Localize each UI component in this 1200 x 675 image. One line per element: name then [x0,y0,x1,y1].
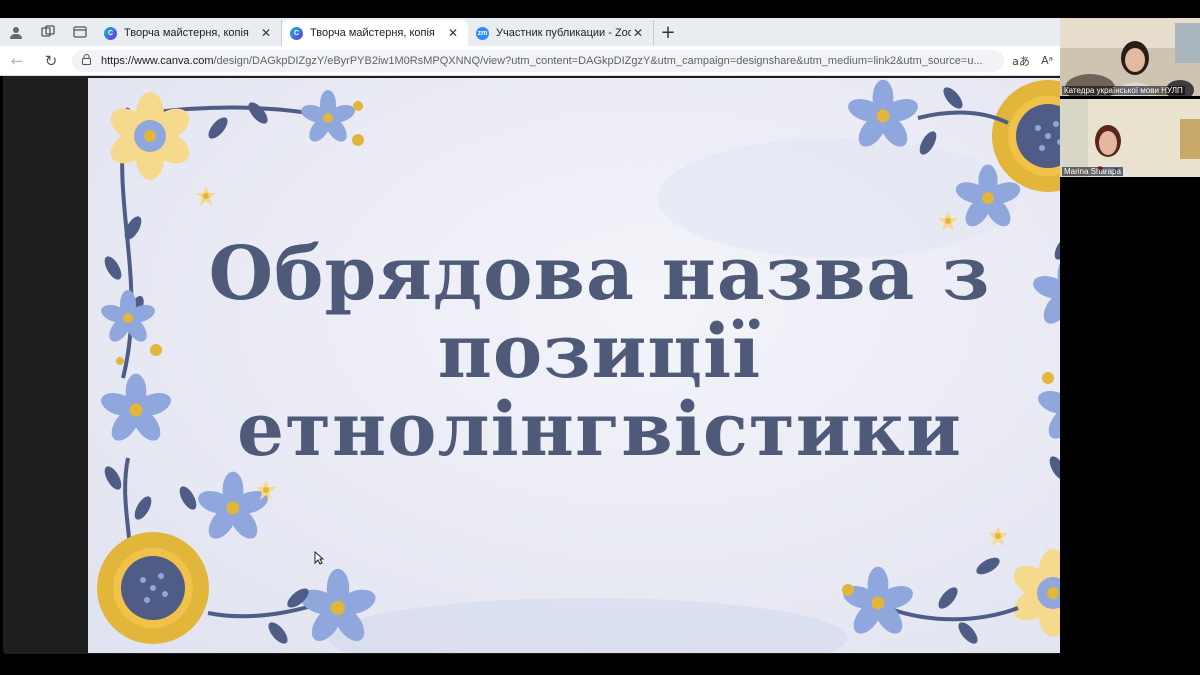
new-tab-button[interactable]: + [654,22,682,43]
participant-name: Marina Sharapa [1062,167,1123,176]
read-aloud-icon[interactable]: aあ [1008,53,1034,69]
tab-canva-2[interactable]: C Творча майстерня, копія ✕ [282,20,468,46]
participant-video-2[interactable]: Marina Sharapa [1060,99,1200,177]
tab-zoom[interactable]: zm Участник публикации - Zoom ✕ [468,20,654,46]
tab-title: Участник публикации - Zoom [496,27,631,39]
slide-title-line: Обрядова назва з [208,231,991,317]
url-text: https://www.canva.com/design/DAGkpDIZgzY… [101,54,983,67]
slide-title-line: позиції [437,309,762,395]
tab-actions-icon[interactable] [64,18,96,46]
tab-title: Творча майстерня, копія [124,27,249,39]
slide-title-line: етнолінгвістики [237,387,962,473]
mouse-cursor-icon [314,551,324,565]
canva-icon: C [104,26,117,40]
slide: Обрядова назва з позиції етнолінгвістики [88,78,1111,653]
profile-icon[interactable] [0,18,32,46]
url-input[interactable]: https://www.canva.com/design/DAGkpDIZgzY… [72,49,1004,72]
reader-view-icon[interactable]: Aᵃ [1034,54,1060,67]
participant-name: Катедра української мови НУЛП [1062,86,1185,95]
lock-icon [82,53,91,68]
zoom-icon: zm [476,26,489,40]
close-icon[interactable]: ✕ [631,26,645,40]
close-icon[interactable]: ✕ [446,26,460,40]
tab-canva-1[interactable]: C Творча майстерня, копія ✕ [96,20,282,46]
close-icon[interactable]: ✕ [259,26,273,40]
tab-title: Творча майстерня, копія [310,27,435,39]
browser-tab-bar: C Творча майстерня, копія ✕ C Творча май… [0,18,1060,46]
participant-video-1[interactable]: Катедра української мови НУЛП [1060,18,1200,96]
refresh-icon[interactable]: ↻ [34,46,68,76]
address-bar: ← ↻ https://www.canva.com/design/DAGkpDI… [0,46,1060,76]
bottom-bar [0,654,1200,675]
zoom-video-panel: Катедра української мови НУЛП Marina Sha… [1060,18,1200,654]
slide-title: Обрядова назва з позиції етнолінгвістики [208,235,991,469]
workspaces-icon[interactable] [32,18,64,46]
canva-icon: C [290,26,303,40]
participant-video-frame [1060,99,1200,177]
participant-video-frame [1060,18,1200,96]
back-arrow-icon[interactable]: ← [0,46,34,76]
